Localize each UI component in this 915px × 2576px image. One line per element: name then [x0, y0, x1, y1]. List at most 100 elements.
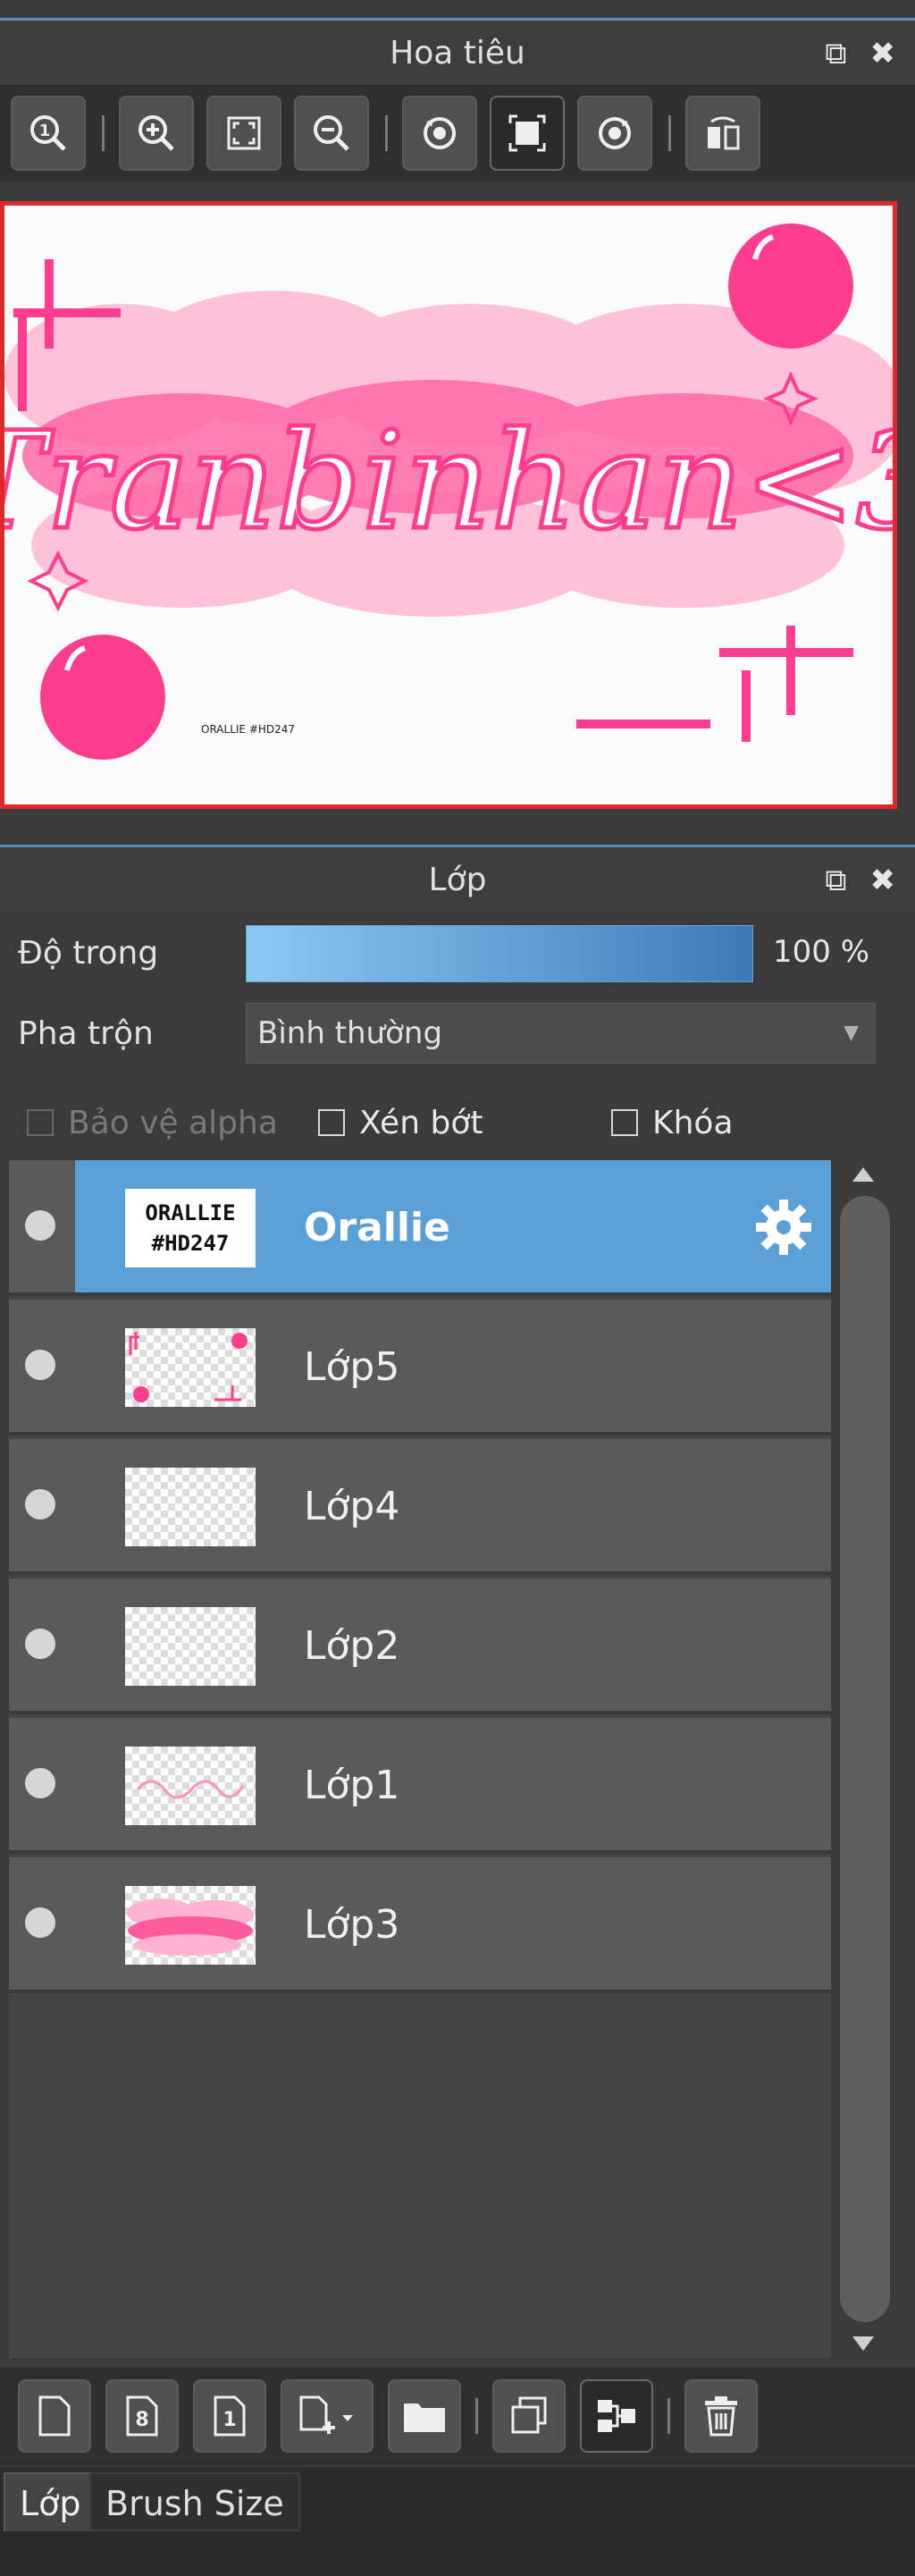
visibility-toggle[interactable]: [9, 1578, 75, 1711]
thumb-art: [136, 1780, 245, 1799]
checkbox-box: [611, 1109, 638, 1136]
visibility-dot-icon: [25, 1768, 55, 1798]
svg-text:1: 1: [39, 122, 51, 140]
layer-thumbnail: [125, 1886, 256, 1965]
clipping-label: Xén bớt: [359, 1104, 483, 1141]
layer-row-lop5[interactable]: Lớp5: [9, 1300, 831, 1435]
visibility-toggle[interactable]: [9, 1857, 75, 1990]
rotate-right-button[interactable]: [577, 96, 652, 171]
merge-down-button[interactable]: [580, 2379, 653, 2453]
rotate-right-icon: [599, 117, 631, 149]
navigator-bottom-spacer: [0, 809, 915, 845]
layer-thumbnail: [125, 1607, 256, 1686]
layer-row-lop4[interactable]: Lớp4: [9, 1439, 831, 1575]
fit-screen-button[interactable]: [206, 96, 281, 171]
new-8bit-layer-button[interactable]: 8: [105, 2379, 179, 2453]
canvas-preview[interactable]: Tranbinhan<3 ORALLIE #HD247: [0, 201, 897, 809]
panel-top-accent: [0, 18, 915, 21]
flip-horizontal-button[interactable]: [685, 96, 760, 171]
layer-actions-bar: 8 1: [0, 2367, 915, 2465]
merge-down-icon: [598, 2400, 635, 2432]
visibility-dot-icon: [25, 1350, 55, 1380]
new-layer-button[interactable]: [18, 2379, 91, 2453]
layer-list: ORALLIE #HD247 Orallie Lớp5 Lớp4 Lớp2 Lớ…: [9, 1160, 831, 2358]
visibility-toggle[interactable]: [9, 1300, 75, 1432]
thumb-art: [127, 1898, 254, 1956]
layer-thumbnail: [125, 1747, 256, 1825]
zoom-out-button[interactable]: [294, 96, 369, 171]
lock-label: Khóa: [652, 1104, 734, 1141]
tab-brush-size[interactable]: Brush Size: [89, 2472, 300, 2531]
opacity-label: Độ trong: [18, 935, 159, 972]
blend-mode-select[interactable]: Bình thường ▼: [246, 1003, 876, 1064]
panel-divider: [0, 845, 915, 847]
fit-screen-icon: [227, 116, 261, 150]
tab-layers[interactable]: Lớp: [4, 2472, 97, 2531]
folder-icon: [404, 2403, 445, 2432]
visibility-toggle[interactable]: [9, 1439, 75, 1571]
zoom-in-button[interactable]: [119, 96, 194, 171]
visibility-dot-icon: [25, 1489, 55, 1520]
new-folder-button[interactable]: [388, 2379, 461, 2453]
visibility-dot-icon: [25, 1210, 55, 1241]
navigator-title-bar: Hoa tiêu ⧉ ✖: [0, 22, 915, 85]
duplicate-layer-button[interactable]: [492, 2379, 566, 2453]
8bit-layer-icon: 8: [126, 2395, 158, 2437]
add-layer-menu-button[interactable]: [281, 2379, 374, 2453]
layer-row-lop2[interactable]: Lớp2: [9, 1578, 831, 1714]
layer-row-lop1[interactable]: Lớp1: [9, 1718, 831, 1854]
layers-title: Lớp: [428, 862, 487, 898]
svg-text:1: 1: [222, 2409, 236, 2431]
duplicate-icon: [511, 2396, 547, 2434]
canvas-credit-text: ORALLIE #HD247: [201, 723, 295, 736]
visibility-dot-icon: [25, 1907, 55, 1938]
protect-alpha-label: Bảo vệ alpha: [68, 1104, 278, 1141]
popout-icon[interactable]: ⧉: [825, 849, 846, 912]
checkbox-box: [318, 1109, 345, 1136]
close-icon[interactable]: ✖: [870, 849, 896, 912]
trash-icon: [705, 2396, 737, 2437]
layer-name: Lớp1: [304, 1763, 400, 1808]
zoom-in-icon: [139, 115, 174, 151]
zoom-actual-button[interactable]: 1: [11, 96, 86, 171]
protect-alpha-checkbox[interactable]: Bảo vệ alpha: [27, 1105, 278, 1141]
svg-text:8: 8: [135, 2409, 148, 2431]
visibility-toggle[interactable]: [9, 1718, 75, 1850]
scroll-thumb[interactable]: [840, 1196, 890, 2322]
thumb-text-line-2: #HD247: [151, 1231, 230, 1256]
reset-view-button[interactable]: [490, 96, 565, 171]
zoom-100-icon: 1: [30, 115, 66, 151]
layer-scrollbar[interactable]: [835, 1160, 897, 2358]
close-icon[interactable]: ✖: [870, 22, 896, 85]
blend-label: Pha trộn: [18, 1015, 154, 1052]
dropdown-arrow-icon: ▼: [844, 1022, 859, 1044]
opacity-value: 100 %: [773, 934, 870, 970]
popout-icon[interactable]: ⧉: [825, 22, 846, 85]
delete-layer-button[interactable]: [684, 2379, 758, 2453]
lock-checkbox[interactable]: Khóa: [611, 1105, 734, 1141]
blend-mode-value: Bình thường: [257, 1015, 443, 1051]
layer-name: Orallie: [304, 1205, 450, 1250]
new-page-icon: [38, 2395, 71, 2437]
opacity-slider[interactable]: [246, 925, 753, 982]
thumb-art: [129, 1332, 248, 1402]
scroll-up-icon[interactable]: [852, 1167, 874, 1182]
scroll-down-icon[interactable]: [852, 2336, 874, 2351]
layer-row-lop3[interactable]: Lớp3: [9, 1857, 831, 1993]
layer-row-orallie[interactable]: ORALLIE #HD247 Orallie: [9, 1160, 831, 1296]
layer-thumbnail: [125, 1468, 256, 1546]
canvas-artwork: Tranbinhan<3 ORALLIE #HD247: [4, 206, 893, 804]
rotate-left-button[interactable]: [402, 96, 477, 171]
layer-name: Lớp3: [304, 1902, 400, 1948]
visibility-toggle[interactable]: [9, 1160, 75, 1292]
layer-name: Lớp2: [304, 1623, 400, 1669]
visibility-dot-icon: [25, 1629, 55, 1659]
gear-icon[interactable]: [752, 1196, 815, 1259]
1bit-layer-icon: 1: [214, 2395, 246, 2437]
flip-horizontal-icon: [708, 116, 740, 150]
canvas-title-text: Tranbinhan<3: [4, 404, 893, 560]
new-1bit-layer-button[interactable]: 1: [193, 2379, 266, 2453]
clipping-checkbox[interactable]: Xén bớt: [318, 1105, 483, 1141]
navigator-title: Hoa tiêu: [390, 35, 525, 72]
add-layer-dropdown-icon: [299, 2395, 353, 2434]
